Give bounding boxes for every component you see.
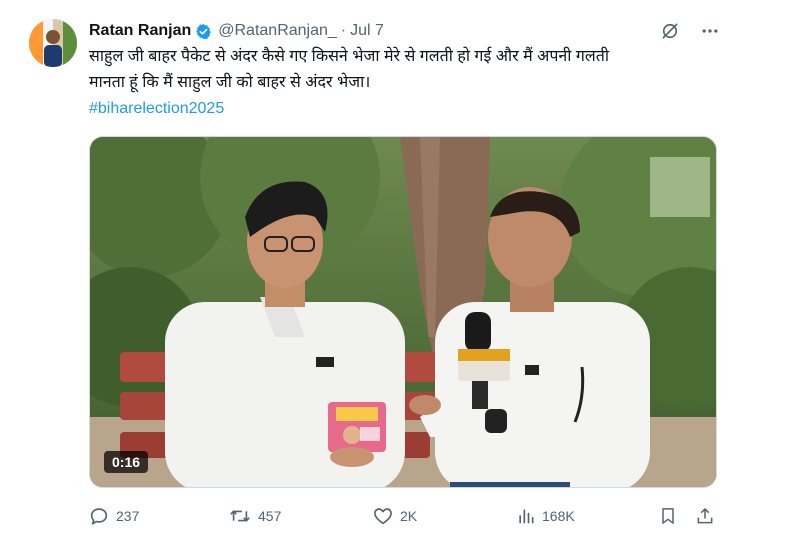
separator-dot: · <box>340 22 347 39</box>
reply-icon <box>88 505 110 527</box>
verified-badge-icon[interactable] <box>195 23 212 40</box>
more-icon[interactable] <box>700 21 720 41</box>
video-duration: 0:16 <box>104 451 149 473</box>
author-name[interactable]: Ratan Ranjan <box>89 22 191 40</box>
reply-button[interactable]: 237 <box>88 503 139 529</box>
repost-count: 457 <box>258 508 282 524</box>
share-button[interactable] <box>695 503 715 529</box>
hashtag-link[interactable]: #biharelection2025 <box>89 100 224 117</box>
repost-button[interactable]: 457 <box>228 503 281 529</box>
reply-count: 237 <box>116 508 140 524</box>
like-button[interactable]: 2K <box>372 503 417 529</box>
bookmark-button[interactable] <box>658 503 678 529</box>
tweet-text-line: साहुल जी बाहर पैकेट से अंदर कैसे गए किसन… <box>89 48 610 65</box>
views-button[interactable]: 168K <box>516 503 575 529</box>
tweet-text: साहुल जी बाहर पैकेट से अंदर कैसे गए किसन… <box>89 44 729 122</box>
author-handle[interactable]: @RatanRanjan_ <box>218 22 337 40</box>
video-player[interactable] <box>89 136 717 488</box>
avatar[interactable] <box>29 19 77 67</box>
views-count: 168K <box>542 508 575 524</box>
repost-icon <box>228 505 252 527</box>
tweet-top-actions <box>660 21 720 41</box>
grok-icon[interactable] <box>660 21 680 41</box>
tweet-text-line: मानता हूं कि मैं साहुल जी को बाहर से अंद… <box>89 74 371 91</box>
tweet-action-bar: 237 457 2K 168K <box>88 503 720 529</box>
heart-icon <box>372 505 394 527</box>
tweet-date[interactable]: Jul 7 <box>350 22 384 40</box>
like-count: 2K <box>400 508 418 524</box>
video-thumbnail <box>90 137 716 487</box>
share-icon <box>695 505 715 527</box>
bookmark-icon <box>658 505 678 527</box>
views-icon <box>516 506 536 526</box>
tweet-header: Ratan Ranjan @RatanRanjan_ · Jul 7 <box>89 20 384 42</box>
